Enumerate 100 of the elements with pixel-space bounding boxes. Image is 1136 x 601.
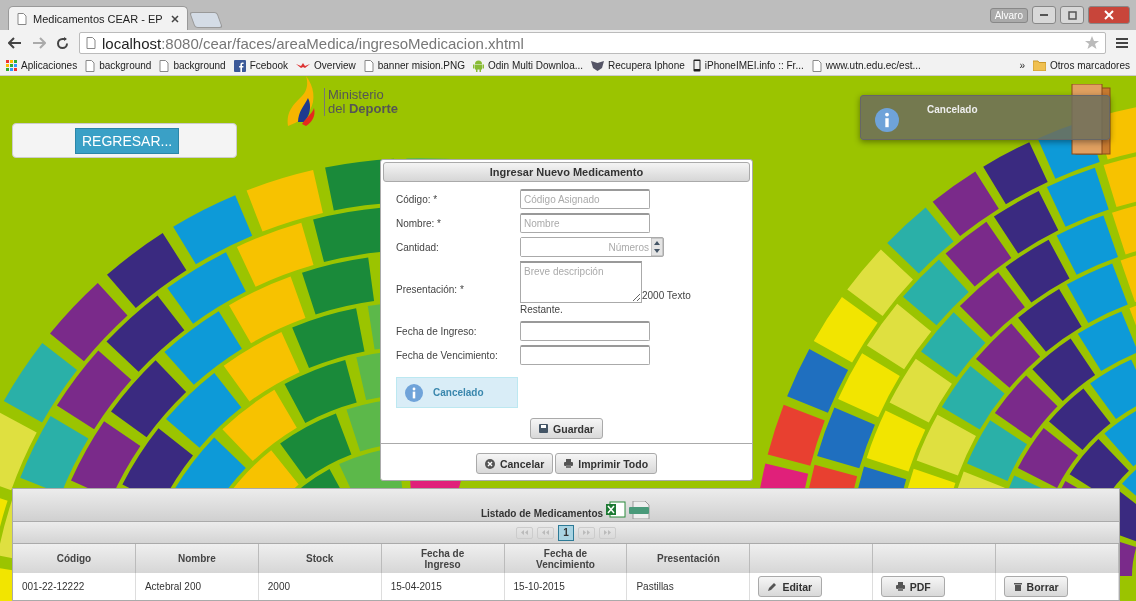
print-icon — [564, 459, 574, 468]
next-page-button[interactable] — [578, 526, 595, 539]
mosaic-tile — [767, 404, 825, 466]
mosaic-tile — [847, 249, 913, 316]
bookmark-star-icon[interactable] — [1085, 36, 1099, 50]
minimize-button[interactable] — [1032, 6, 1056, 24]
mosaic-tile — [1049, 388, 1111, 450]
action-button[interactable]: Imprimir Todo — [555, 453, 658, 474]
mosaic-tile — [921, 312, 986, 378]
last-page-button[interactable] — [599, 526, 616, 539]
mosaic-tile — [817, 407, 875, 469]
mosaic-tile — [1005, 239, 1070, 303]
address-bar[interactable]: localhost:8080/cear/faces/areaMedica/ingresoMedicacion.xhtml — [79, 32, 1106, 54]
csv-export-icon[interactable] — [629, 501, 652, 519]
print-icon — [895, 582, 905, 591]
mosaic-tile — [866, 410, 926, 472]
close-circle-icon — [484, 458, 495, 469]
bookmark-link[interactable]: Fcebook — [233, 59, 289, 72]
row-action-button[interactable]: PDF — [881, 576, 946, 597]
bookmark-link[interactable]: banner mision.PNG — [363, 59, 465, 72]
double-caret-icon — [542, 530, 549, 535]
textarea-field[interactable]: Breve descripción — [520, 261, 642, 303]
double-caret-icon — [583, 530, 590, 535]
mosaic-tile — [280, 413, 352, 480]
mosaic-tile — [959, 272, 1025, 337]
excel-export-icon[interactable] — [606, 501, 627, 519]
number-spinner[interactable]: Números — [520, 237, 664, 257]
double-caret-icon — [521, 530, 528, 535]
info-icon — [875, 108, 899, 132]
mosaic-tile — [916, 414, 976, 476]
mosaic-tile — [1056, 215, 1118, 275]
action-button[interactable]: Cancelar — [475, 453, 554, 474]
info-message: Cancelado — [396, 377, 518, 408]
menu-icon[interactable] — [1116, 37, 1128, 49]
mosaic-tile — [976, 323, 1041, 388]
browser-tab[interactable]: Medicamentos CEAR - EP — [8, 6, 188, 30]
table-cell: Actebral 200 — [135, 573, 259, 600]
bookmark-link[interactable]: Overview — [296, 60, 356, 71]
mosaic-tile — [1066, 263, 1128, 323]
spinner-arrows-icon[interactable] — [651, 238, 663, 256]
facebook-icon — [233, 59, 246, 72]
mosaic-tile — [945, 221, 1012, 287]
table-cell: 15-04-2015 — [381, 573, 505, 600]
first-page-button[interactable] — [516, 526, 533, 539]
mosaic-tile — [813, 297, 878, 363]
minimize-icon — [1040, 13, 1048, 17]
notification-title: Cancelado — [927, 104, 978, 115]
restore-icon — [1067, 10, 1077, 20]
input-field[interactable]: Código Asignado — [520, 189, 650, 209]
input-field[interactable]: Nombre — [520, 213, 650, 233]
column-header: Stock — [258, 544, 382, 573]
mosaic-tile — [866, 303, 932, 370]
folder-icon — [1032, 60, 1046, 71]
bookmark-link[interactable]: Recupera Iphone — [591, 60, 685, 71]
row-action-button[interactable]: Editar — [758, 576, 823, 597]
page-icon — [363, 59, 374, 72]
input-field[interactable] — [520, 321, 650, 341]
field-label: Fecha de Vencimiento: — [396, 349, 499, 361]
save-button[interactable]: Guardar — [530, 418, 603, 439]
table-cell: Pastillas — [627, 573, 751, 600]
bookmark-link[interactable]: iPhoneIMEI.info :: Fr... — [692, 59, 804, 72]
trash-icon — [1013, 582, 1022, 591]
mosaic-tile — [1032, 338, 1096, 402]
mosaic-tile — [903, 259, 969, 326]
page-icon — [811, 59, 822, 72]
logo-text: Ministerio del Deporte — [324, 88, 399, 116]
page-icon — [159, 59, 170, 72]
table-cell: 15-10-2015 — [504, 573, 628, 600]
page-icon — [85, 59, 96, 72]
close-window-button[interactable] — [1088, 6, 1130, 24]
bookmark-folder[interactable]: Otros marcadores — [1032, 60, 1130, 71]
maximize-button[interactable] — [1060, 6, 1084, 24]
bookmark-link[interactable]: background — [159, 59, 226, 72]
page-icon — [86, 37, 96, 49]
prev-page-button[interactable] — [537, 526, 554, 539]
android-icon — [473, 59, 484, 72]
panel-title: Ingresar Nuevo Medicamento — [383, 162, 750, 182]
mosaic-tile — [967, 420, 1027, 481]
forward-icon[interactable] — [32, 37, 46, 49]
new-tab-button[interactable] — [189, 12, 223, 28]
field-label: Código: * — [396, 193, 439, 205]
row-action-button[interactable]: Borrar — [1004, 576, 1069, 597]
reload-icon[interactable] — [56, 36, 69, 50]
mosaic-tile — [889, 358, 952, 423]
more-bookmarks-button[interactable]: » — [1019, 60, 1025, 71]
bookmark-link[interactable]: background — [85, 59, 152, 72]
bookmark-link[interactable]: www.utn.edu.ec/est... — [811, 59, 921, 72]
back-icon[interactable] — [8, 37, 22, 49]
apps-grid-icon — [6, 60, 17, 71]
close-icon — [1104, 10, 1114, 20]
bookmark-link[interactable]: Aplicaciones — [6, 60, 78, 71]
info-icon — [405, 383, 423, 402]
page-icon — [17, 12, 27, 25]
bookmark-link[interactable]: Odin Multi Downloa... — [473, 59, 584, 72]
mosaic-tile — [983, 142, 1048, 205]
field-label: Presentación: * — [396, 283, 465, 295]
page-button[interactable]: 1 — [558, 524, 574, 541]
close-icon[interactable] — [171, 14, 179, 23]
shield-icon — [591, 60, 605, 71]
input-field[interactable] — [520, 345, 650, 365]
